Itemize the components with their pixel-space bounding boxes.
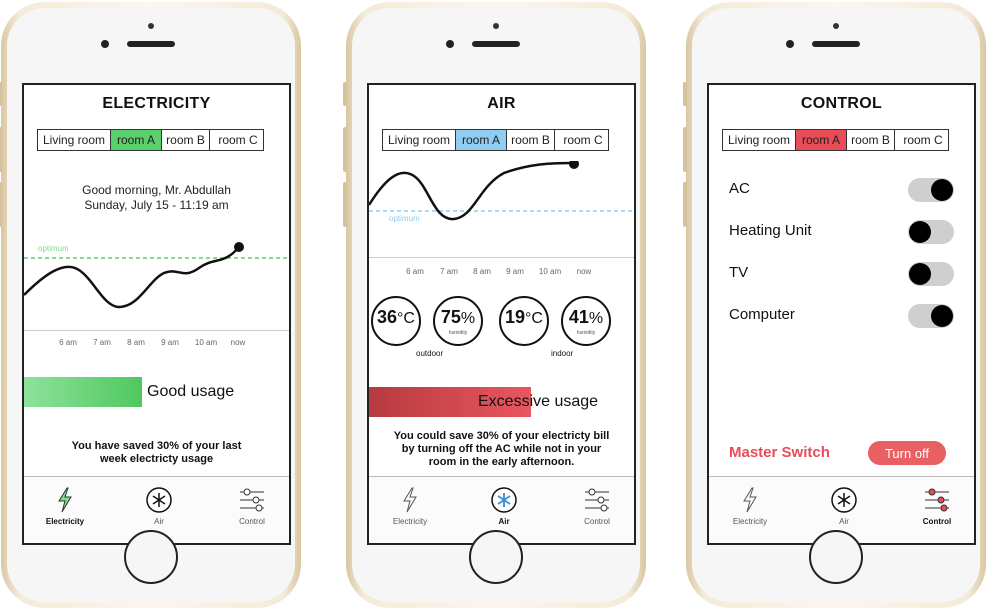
savings-tip: You could save 30% of your electricty bi… <box>393 430 610 468</box>
device-row-computer: Computer <box>729 302 954 330</box>
air-screen: AIR Living room room A room B room C opt… <box>367 83 636 545</box>
lightning-icon <box>403 487 417 513</box>
tick-label: 8 am <box>127 338 145 347</box>
lightning-icon <box>58 487 72 513</box>
computer-toggle[interactable] <box>908 304 954 328</box>
nav-electricity[interactable]: Electricity <box>715 487 785 526</box>
usage-bar <box>24 377 142 407</box>
usage-label: Excessive usage <box>478 393 599 410</box>
nav-electricity[interactable]: Electricity <box>30 487 100 526</box>
tab-room-c[interactable]: room C <box>895 130 951 150</box>
turn-off-button[interactable]: Turn off <box>868 441 946 465</box>
outdoor-humidity-circle: 75% humidity <box>433 296 483 346</box>
optimum-label: optimum <box>38 244 69 253</box>
phone-electricity: ELECTRICITY Living room room A room B ro… <box>0 2 301 608</box>
nav-control[interactable]: Control <box>902 487 972 526</box>
nav-control[interactable]: Control <box>217 487 287 526</box>
tick-label: 10 am <box>194 338 218 347</box>
indoor-label: indoor <box>551 349 574 358</box>
tick-label: 9 am <box>161 338 179 347</box>
tick-label: 10 am <box>538 267 562 276</box>
tab-room-c[interactable]: room C <box>210 130 266 150</box>
tab-room-b[interactable]: room B <box>847 130 895 150</box>
tab-living-room[interactable]: Living room <box>38 130 111 150</box>
usage-chart: optimum <box>24 242 289 309</box>
electricity-screen: ELECTRICITY Living room room A room B ro… <box>22 83 291 545</box>
lightning-icon <box>743 487 757 513</box>
tick-label: now <box>576 267 592 276</box>
savings-note: You have saved 30% of your last week ele… <box>71 440 242 465</box>
phone-air: AIR Living room room A room B room C opt… <box>343 2 646 608</box>
snowflake-icon <box>831 487 857 513</box>
device-label: AC <box>729 180 750 197</box>
tab-living-room[interactable]: Living room <box>383 130 456 150</box>
device-label: Computer <box>729 306 795 323</box>
outdoor-label: outdoor <box>416 349 444 358</box>
sliders-icon <box>585 488 609 512</box>
phone-control: CONTROL Living room room A room B room C… <box>683 2 986 608</box>
tick-label: now <box>230 338 246 347</box>
tv-toggle[interactable] <box>908 262 954 286</box>
snowflake-icon <box>491 487 517 513</box>
room-tabs: Living room room A room B room C <box>37 129 264 151</box>
nav-air[interactable]: Air <box>124 487 194 526</box>
nav-electricity[interactable]: Electricity <box>375 487 445 526</box>
snowflake-icon <box>146 487 172 513</box>
greeting: Good morning, Mr. Abdullah Sunday, July … <box>82 183 231 212</box>
nav-air[interactable]: Air <box>469 487 539 526</box>
heating-unit-toggle[interactable] <box>908 220 954 244</box>
tab-living-room[interactable]: Living room <box>723 130 796 150</box>
ac-toggle[interactable] <box>908 178 954 202</box>
now-point <box>569 161 579 169</box>
tab-room-c[interactable]: room C <box>555 130 611 150</box>
device-row-heating-unit: Heating Unit <box>729 218 954 246</box>
page-title: CONTROL <box>800 95 883 112</box>
tab-room-a[interactable]: room A <box>456 130 507 150</box>
optimum-label: optimum <box>389 214 420 223</box>
device-row-ac: AC <box>729 176 954 204</box>
nav-air[interactable]: Air <box>809 487 879 526</box>
room-tabs: Living room room A room B room C <box>382 129 609 151</box>
control-screen: CONTROL Living room room A room B room C… <box>707 83 976 545</box>
sliders-icon <box>925 488 949 512</box>
tab-room-b[interactable]: room B <box>162 130 210 150</box>
tab-room-b[interactable]: room B <box>507 130 555 150</box>
tick-label: 9 am <box>506 267 524 276</box>
home-button[interactable] <box>469 530 523 584</box>
page-title: ELECTRICITY <box>102 95 211 112</box>
master-switch-label: Master Switch <box>729 444 830 461</box>
tick-label: 6 am <box>406 267 424 276</box>
tab-room-a[interactable]: room A <box>111 130 162 150</box>
device-row-tv: TV <box>729 260 954 288</box>
tick-label: 7 am <box>93 338 111 347</box>
sliders-icon <box>240 488 264 512</box>
now-point <box>234 242 244 252</box>
usage-label: Good usage <box>147 383 235 400</box>
indoor-temp-circle: 19°C <box>499 296 549 346</box>
outdoor-temp-circle: 36°C <box>371 296 421 346</box>
room-tabs: Living room room A room B room C <box>722 129 949 151</box>
air-chart: optimum <box>369 161 634 223</box>
device-label: TV <box>729 264 749 281</box>
usage-line <box>24 246 240 309</box>
page-title: AIR <box>487 95 516 112</box>
tick-label: 8 am <box>473 267 491 276</box>
nav-control[interactable]: Control <box>562 487 632 526</box>
indoor-humidity-circle: 41% humidity <box>561 296 611 346</box>
tick-label: 7 am <box>440 267 458 276</box>
home-button[interactable] <box>124 530 178 584</box>
home-button[interactable] <box>809 530 863 584</box>
tab-room-a[interactable]: room A <box>796 130 847 150</box>
tick-label: 6 am <box>59 338 77 347</box>
device-label: Heating Unit <box>729 222 812 239</box>
